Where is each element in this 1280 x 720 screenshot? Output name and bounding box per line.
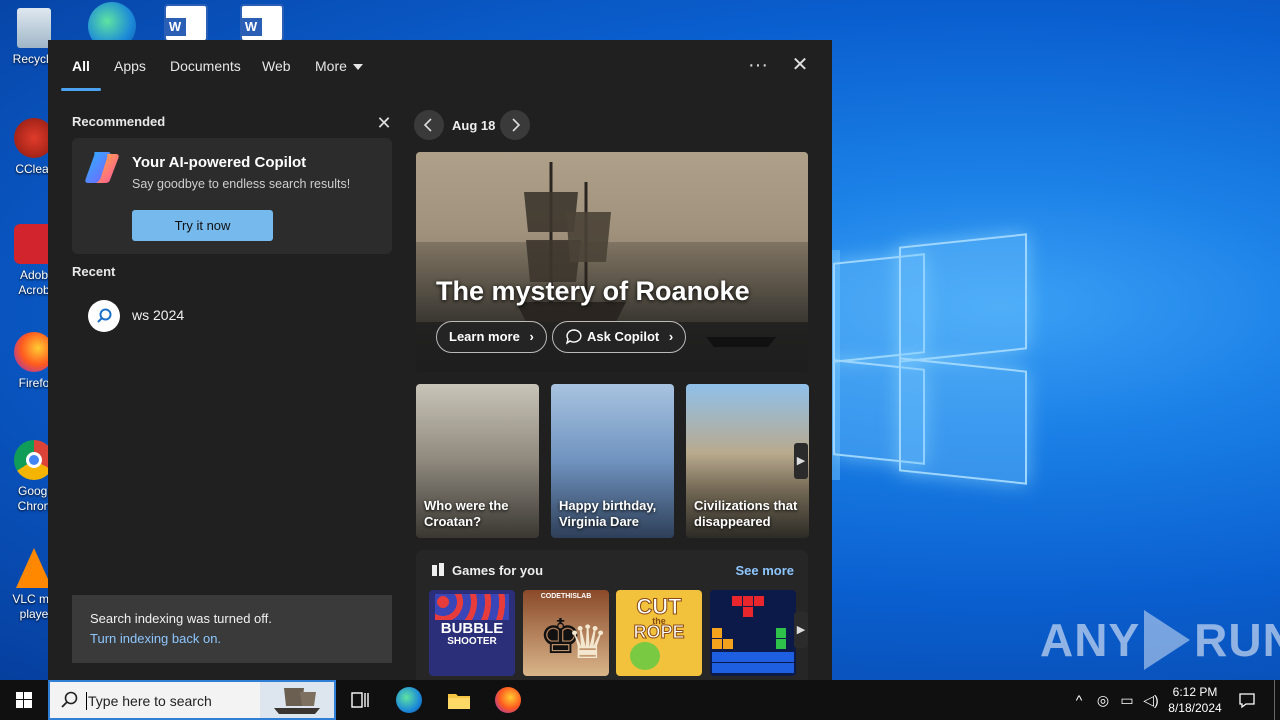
try-it-now-button[interactable]: Try it now xyxy=(132,210,273,241)
indexing-message: Search indexing was turned off. xyxy=(90,611,272,626)
see-more-link[interactable]: See more xyxy=(735,563,794,578)
turn-indexing-on-link[interactable]: Turn indexing back on. xyxy=(90,631,221,646)
search-tabs: All Apps Documents Web More ··· ✕ xyxy=(48,40,832,92)
play-icon xyxy=(1144,610,1191,670)
recent-item[interactable]: ws 2024 xyxy=(84,298,384,334)
word-document-icon[interactable]: W xyxy=(240,4,284,42)
windows-icon xyxy=(16,692,32,708)
volume-icon[interactable]: ◁) xyxy=(1142,691,1160,709)
word-document-icon[interactable]: W xyxy=(164,4,208,42)
game-pieces-icon xyxy=(432,563,444,576)
search-icon xyxy=(88,300,120,332)
network-icon[interactable]: ▭ xyxy=(1118,691,1136,709)
start-button[interactable] xyxy=(0,680,48,720)
ask-copilot-button[interactable]: Ask Copilot › xyxy=(552,321,687,353)
chevron-down-icon xyxy=(352,64,363,71)
next-day-button[interactable] xyxy=(500,110,530,140)
anyrun-watermark: ANY RUN xyxy=(1040,610,1280,670)
chevron-left-icon xyxy=(423,118,432,132)
tab-more[interactable]: More xyxy=(315,58,363,74)
firefox-taskbar-icon[interactable] xyxy=(495,687,521,713)
games-next-icon[interactable]: ▶ xyxy=(794,612,808,648)
clock[interactable]: 6:12 PM 8/18/2024 xyxy=(1162,684,1228,716)
chat-bubble-icon xyxy=(565,329,582,345)
copilot-card[interactable]: Your AI-powered Copilot Say goodbye to e… xyxy=(72,138,392,254)
active-tab-indicator xyxy=(61,88,101,91)
close-icon[interactable]: ✕ xyxy=(374,114,394,134)
taskbar: Type here to search ^ ◎ ▭ ◁) 6:12 PM 8/1… xyxy=(0,680,1280,720)
chevron-right-icon: › xyxy=(668,329,674,344)
game-cut-the-rope[interactable]: CUT the ROPE xyxy=(616,590,702,676)
taskbar-search-input[interactable]: Type here to search xyxy=(48,680,336,720)
file-explorer-icon[interactable] xyxy=(445,686,473,714)
chevron-right-icon: › xyxy=(529,329,534,344)
tab-documents[interactable]: Documents xyxy=(170,58,241,74)
learn-more-button[interactable]: Learn more › xyxy=(436,321,547,353)
copilot-logo-icon xyxy=(85,152,119,183)
notifications-icon[interactable] xyxy=(1238,691,1256,709)
date-label: Aug 18 xyxy=(452,118,496,133)
recent-label: Recent xyxy=(72,264,116,279)
ellipsis-icon[interactable]: ··· xyxy=(745,54,771,78)
game-blocks[interactable] xyxy=(710,590,796,676)
windows-logo-wallpaper xyxy=(833,233,1029,485)
tiles-next-icon[interactable]: ▶ xyxy=(794,443,808,479)
tab-web[interactable]: Web xyxy=(262,58,291,74)
chevron-right-icon xyxy=(512,118,521,132)
chess-piece-icon: ♛ xyxy=(567,616,609,668)
ship-highlight-icon xyxy=(260,682,334,718)
copilot-subtitle: Say goodbye to endless search results! xyxy=(132,177,351,191)
tab-all[interactable]: All xyxy=(72,58,90,74)
edge-taskbar-icon[interactable] xyxy=(396,687,422,713)
hero-title: The mystery of Roanoke xyxy=(436,276,750,306)
tab-apps[interactable]: Apps xyxy=(114,58,146,74)
tetris-blocks-icon xyxy=(712,596,794,673)
search-icon xyxy=(61,691,78,708)
games-section: Games for you See more BUBBLE SHOOTER CO… xyxy=(416,550,808,680)
text-cursor xyxy=(86,692,87,710)
game-chess[interactable]: CODETHISLAB ♚ ♛ xyxy=(523,590,609,676)
task-view-icon[interactable] xyxy=(346,686,374,714)
games-title: Games for you xyxy=(452,563,544,578)
tile-civilizations[interactable]: Civilizations that disappeared xyxy=(686,384,809,538)
chevron-up-icon[interactable]: ^ xyxy=(1070,691,1088,709)
previous-day-button[interactable] xyxy=(414,110,444,140)
copilot-title: Your AI-powered Copilot xyxy=(132,154,307,171)
show-desktop-button[interactable] xyxy=(1274,680,1275,720)
close-icon[interactable]: ✕ xyxy=(787,54,813,78)
game-bubble-shooter[interactable]: BUBBLE SHOOTER xyxy=(429,590,515,676)
recommended-label: Recommended xyxy=(72,114,166,129)
tile-croatan[interactable]: Who were the Croatan? xyxy=(416,384,539,538)
indexing-notice: Search indexing was turned off. Turn ind… xyxy=(72,595,392,663)
search-panel: All Apps Documents Web More ··· ✕ Recomm… xyxy=(48,40,832,680)
hero-card[interactable]: The mystery of Roanoke Learn more › Ask … xyxy=(416,152,808,372)
meet-now-icon[interactable]: ◎ xyxy=(1094,691,1112,709)
om-nom-icon xyxy=(630,642,660,670)
tile-virginia-dare[interactable]: Happy birthday, Virginia Dare xyxy=(551,384,674,538)
